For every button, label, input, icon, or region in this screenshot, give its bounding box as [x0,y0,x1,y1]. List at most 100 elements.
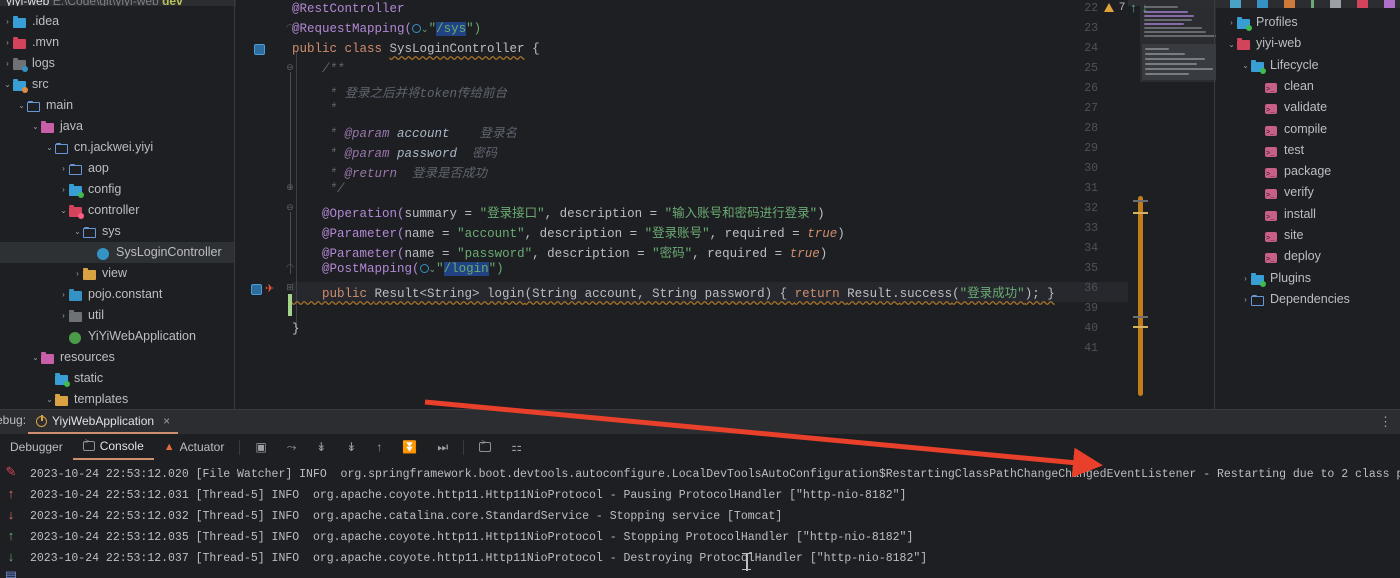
maven-item-test[interactable]: test [1216,140,1400,165]
chevron-down-icon[interactable]: ⌄ [44,389,55,410]
chevron-down-icon[interactable]: ⌄ [44,137,55,158]
code-line[interactable]: public class SysLoginController { [292,42,540,56]
code-line[interactable]: @RestController [292,2,405,16]
project-item-view[interactable]: › view [0,263,234,284]
code-line[interactable]: @PostMapping(⌄"/login") [292,262,504,276]
maven-item-clean[interactable]: clean [1216,76,1400,101]
next-problem-icon[interactable]: ↓ [1142,0,1149,15]
code-editor[interactable]: ✈ 22 @RestController 23 ◠ @RequestMapping(⌄"… [236,0,1128,410]
project-item-aop[interactable]: › aop [0,158,234,179]
project-item-syslogincontroller[interactable]: SysLoginController [0,242,234,263]
close-icon[interactable]: × [163,414,170,428]
vertical-divider[interactable] [1214,0,1215,410]
console-output[interactable]: 2023-10-24 22:53:12.020 [File Watcher] I… [22,460,1400,578]
chevron-down-icon[interactable]: ⌄ [58,200,69,221]
soft-wrap-down-icon[interactable]: ↓ [3,547,19,567]
maven-item-install[interactable]: install [1216,204,1400,229]
console-side-toolbar[interactable]: ✎ ↑ ↓ ↑ ↓ ▤ [0,460,22,578]
project-item-yiyiwebapplication[interactable]: YiYiWebApplication [0,326,234,347]
chevron-down-icon[interactable]: ⌄ [1226,34,1237,55]
chevron-right-icon[interactable]: › [2,32,13,53]
code-line[interactable]: * [292,102,338,116]
code-line[interactable]: * @return 登录是否成功 [292,162,488,181]
vertical-divider[interactable] [234,0,235,410]
maven-item-lifecycle[interactable]: ⌄ Lifecycle [1216,55,1400,76]
run-tab-yiyiwebapplication[interactable]: YiyiWebApplication × [28,410,179,434]
project-item-controller[interactable]: ⌄ controller [0,200,234,221]
code-line[interactable]: @Parameter(name = "account", description… [292,222,845,241]
code-line[interactable]: * 登录之后并将token传给前台 [292,82,508,101]
code-line[interactable]: @Parameter(name = "password", descriptio… [292,242,827,261]
project-item--mvn[interactable]: › .mvn [0,32,234,53]
project-item-templates[interactable]: ⌄ templates [0,389,234,410]
project-item-util[interactable]: › util [0,305,234,326]
chevron-right-icon[interactable]: › [58,158,69,179]
scroll-up-icon[interactable]: ↑ [3,484,19,504]
chevron-right-icon[interactable]: › [58,284,69,305]
project-item-cn-jackwei-yiyi[interactable]: ⌄ cn.jackwei.yiyi [0,137,234,158]
inspection-widget[interactable]: 7 ↑ ↓ [1104,0,1149,15]
editor-gutter[interactable] [236,0,292,410]
chevron-right-icon[interactable]: › [2,53,13,74]
previous-problem-icon[interactable]: ↑ [1130,0,1137,15]
chevron-right-icon[interactable]: › [2,11,13,32]
chevron-down-icon[interactable]: ⌄ [2,74,13,95]
mute-breakpoints-button[interactable]: ▣ [245,434,276,460]
code-line[interactable]: */ [292,182,345,196]
endpoint-dropdown-icon[interactable]: ⌄ [421,25,429,35]
chevron-down-icon[interactable]: ⌄ [30,347,41,368]
maven-item-verify[interactable]: verify [1216,182,1400,207]
project-item-resources[interactable]: ⌄ resources [0,347,234,368]
maven-item-compile[interactable]: compile [1216,119,1400,144]
code-line[interactable]: * @param password 密码 [292,142,498,161]
rerun-icon[interactable]: ✎ [3,462,19,482]
web-endpoint-icon[interactable] [412,24,422,33]
maven-item-package[interactable]: package [1216,161,1400,186]
run-tab-bar[interactable]: ebug: YiyiWebApplication × ⋮ [0,410,1400,434]
project-item-main[interactable]: ⌄ main [0,95,234,116]
code-line[interactable]: @RequestMapping(⌄"/sys") [292,22,481,36]
chevron-right-icon[interactable]: › [58,179,69,200]
project-item-logs[interactable]: › logs [0,53,234,74]
code-line[interactable]: /** [292,62,345,76]
code-line[interactable]: } [292,322,300,336]
chevron-down-icon[interactable]: ⌄ [1240,55,1251,76]
debug-tool-window[interactable]: ebug: YiyiWebApplication × ⋮ Debugger Co… [0,410,1400,578]
chevron-right-icon[interactable]: › [1240,289,1251,310]
force-step-into-button[interactable]: ↡ [336,434,366,460]
maven-item-validate[interactable]: validate [1216,97,1400,122]
maven-item-dependencies[interactable]: › Dependencies [1216,289,1400,310]
console-toggle-button[interactable] [469,434,501,460]
code-line[interactable]: @Operation(summary = "登录接口", description… [292,202,825,221]
maven-item-profiles[interactable]: › Profiles [1216,12,1400,33]
project-item-sys[interactable]: ⌄ sys [0,221,234,242]
editor-scrollbar[interactable] [1138,196,1143,396]
maven-item-yiyi-web[interactable]: ⌄ yiyi-web [1216,33,1400,54]
run-class-gutter-icon[interactable] [254,44,265,55]
project-item--idea[interactable]: › .idea [0,11,234,32]
step-into-button[interactable]: ↡ [306,434,336,460]
tab-debugger[interactable]: Debugger [0,434,73,460]
tab-actuator[interactable]: ▲ Actuator [154,434,235,460]
maven-item-plugins[interactable]: › Plugins [1216,268,1400,289]
code-line[interactable]: public Result<String> login(String accou… [292,282,1055,301]
debug-toolbar[interactable]: Debugger Console ▲ Actuator ▣ ⤳ ↡ ↡ ↑ ⏬ … [0,434,1400,460]
chevron-down-icon[interactable]: ⌄ [16,95,27,116]
project-tool-window[interactable]: › .idea › .mvn › logs ⌄ src ⌄ main ⌄ java ⌄ cn.jackwe… [0,8,234,410]
step-over-button[interactable]: ⤳ [277,434,307,460]
chevron-right-icon[interactable]: › [1240,268,1251,289]
chevron-down-icon[interactable]: ⌄ [72,221,83,242]
evaluate-expression-button[interactable]: ⏭ [427,434,458,460]
scroll-down-icon[interactable]: ↓ [3,505,19,525]
chevron-right-icon[interactable]: › [72,263,83,284]
tab-console[interactable]: Console [72,434,154,460]
project-item-config[interactable]: › config [0,179,234,200]
spring-bean-gutter-icon[interactable]: ✈ [265,282,274,295]
endpoint-dropdown-icon[interactable]: ⌄ [429,265,437,275]
web-endpoint-icon[interactable] [419,264,429,273]
project-item-java[interactable]: ⌄ java [0,116,234,137]
more-options-icon[interactable]: ⋮ [1379,415,1392,428]
run-to-cursor-button[interactable]: ⏬ [392,434,427,460]
maven-item-site[interactable]: site [1216,225,1400,250]
project-item-static[interactable]: static [0,368,234,389]
